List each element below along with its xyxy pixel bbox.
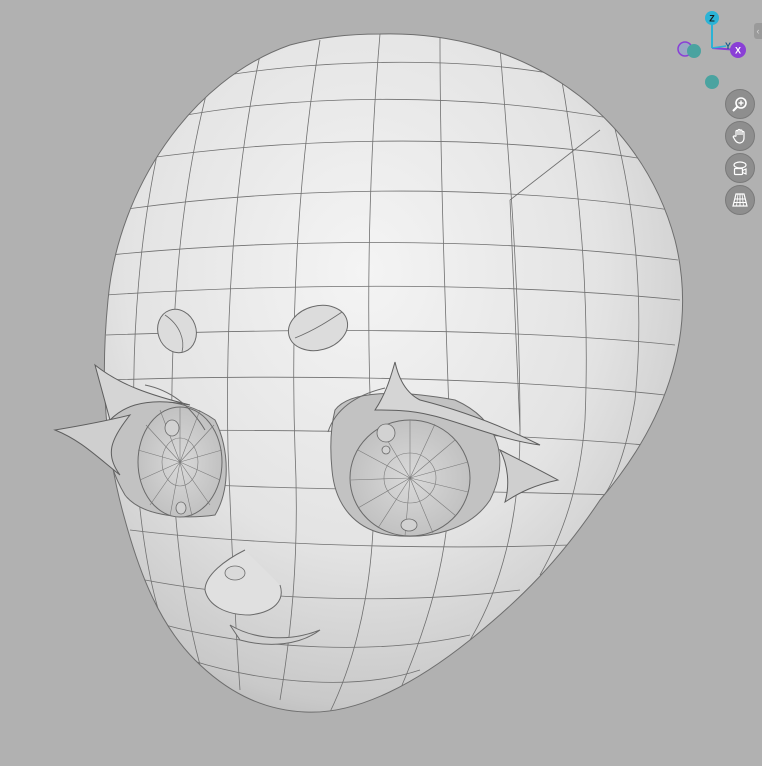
y-axis-label: Y	[725, 41, 731, 51]
head-model[interactable]	[0, 0, 762, 766]
perspective-button[interactable]	[725, 185, 755, 215]
perspective-grid-icon	[732, 193, 748, 207]
pan-hand-icon	[732, 128, 745, 144]
zoom-icon	[732, 97, 747, 112]
orbit-camera-button[interactable]	[725, 153, 755, 183]
neg-y-axis-handle[interactable]	[687, 44, 701, 58]
zoom-button[interactable]	[725, 89, 755, 119]
navigation-gizmo[interactable]: Z X Y	[672, 8, 752, 92]
viewport-toolbar	[725, 89, 755, 215]
x-axis-label: X	[735, 46, 741, 56]
z-axis-label: Z	[709, 14, 715, 24]
chevron-left-icon: ‹	[756, 26, 760, 36]
panel-collapse-tab[interactable]: ‹	[754, 23, 762, 39]
neg-z-axis-handle[interactable]	[705, 75, 719, 89]
orbit-camera-icon	[733, 161, 747, 176]
3d-viewport[interactable]: Z X Y ‹	[0, 0, 762, 766]
pan-button[interactable]	[725, 121, 755, 151]
